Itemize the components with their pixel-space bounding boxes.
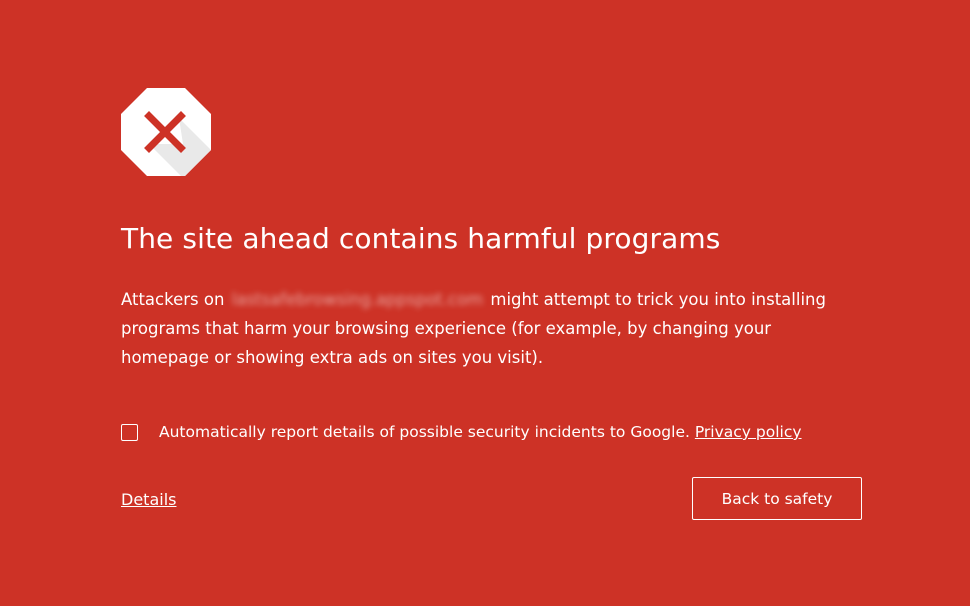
report-checkbox[interactable]: [121, 423, 138, 441]
report-label-text: Automatically report details of possible…: [159, 423, 690, 441]
details-link[interactable]: Details: [121, 490, 176, 509]
warning-stop-icon: [121, 88, 211, 176]
report-option: Automatically report details of possible…: [121, 423, 802, 441]
blurred-site-url: lastsafebrowsing.appspot.com: [231, 290, 484, 309]
back-to-safety-button[interactable]: Back to safety: [692, 477, 862, 520]
report-label: Automatically report details of possible…: [159, 423, 802, 441]
privacy-policy-link[interactable]: Privacy policy: [695, 423, 802, 441]
warning-message: Attackers on lastsafebrowsing.appspot.co…: [121, 285, 861, 372]
message-prefix: Attackers on: [121, 290, 225, 309]
page-title: The site ahead contains harmful programs: [121, 222, 721, 255]
